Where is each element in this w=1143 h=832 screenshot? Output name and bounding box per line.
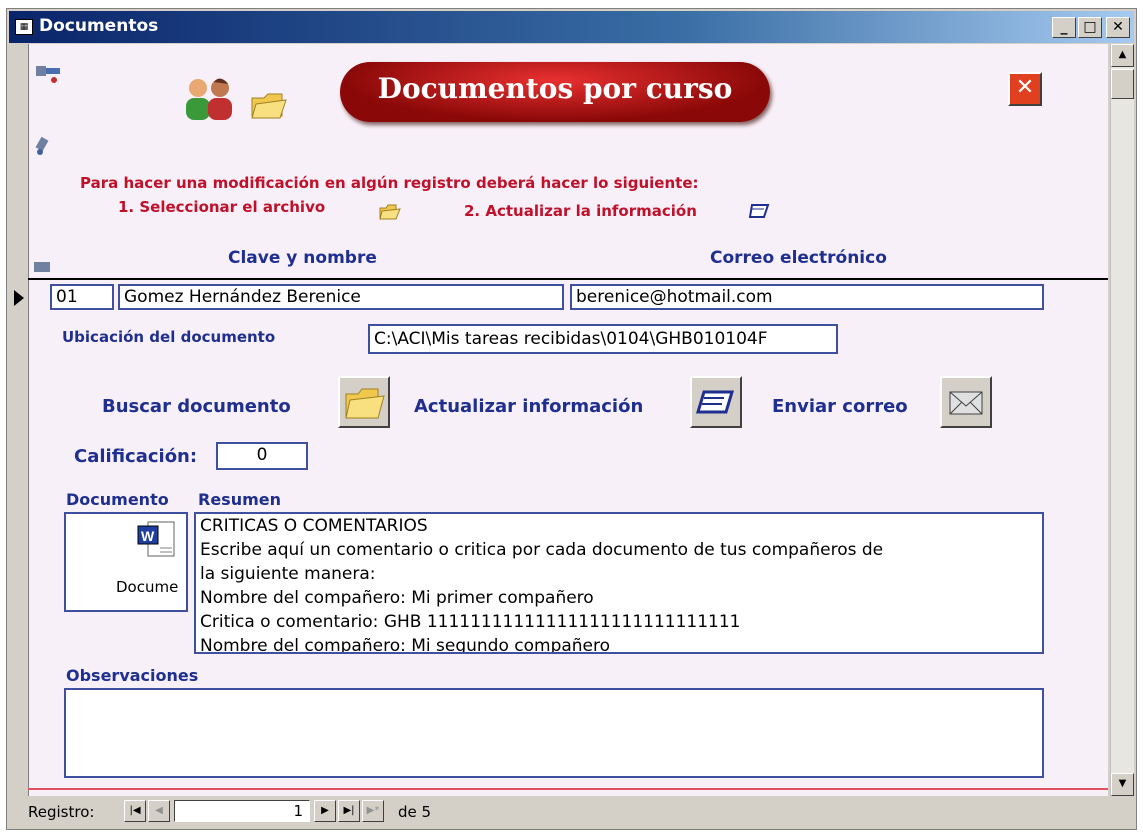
header-divider: [28, 278, 1108, 280]
buscar-label: Buscar documento: [102, 396, 291, 417]
record-number-field[interactable]: 1: [174, 800, 310, 822]
ubicacion-field[interactable]: C:\ACI\Mis tareas recibidas\0104\GHB0101…: [368, 324, 838, 354]
previous-record-button[interactable]: ◀: [148, 800, 170, 822]
satellite-icon: [36, 66, 60, 83]
clave-field[interactable]: 01: [50, 284, 114, 310]
record-selector-strip: [8, 44, 29, 796]
instruction-line: Para hacer una modificación en algún reg…: [80, 174, 699, 192]
resumen-line: la siguiente manera:: [200, 564, 376, 584]
close-icon: ✕: [1015, 75, 1035, 100]
new-record-icon: ▶*: [366, 805, 380, 816]
observaciones-field[interactable]: [64, 688, 1044, 778]
last-record-button[interactable]: ▶|: [338, 800, 360, 822]
open-folder-icon: [251, 93, 287, 119]
window-title: Documentos: [39, 16, 159, 36]
resumen-line: Nombre del compañero: Mi segundo compañe…: [200, 636, 611, 654]
form-area: Documentos por curso ✕ Para hacer una mo…: [8, 44, 1108, 796]
word-document-icon: W: [137, 521, 175, 557]
actualizar-label: Actualizar información: [414, 396, 644, 417]
resumen-line: Critica o comentario: GHB 11111111111111…: [200, 612, 741, 632]
buscar-documento-button[interactable]: [338, 376, 390, 428]
ubicacion-label: Ubicación del documento: [62, 328, 276, 346]
resumen-label: Resumen: [198, 490, 281, 509]
scroll-thumb[interactable]: [1111, 69, 1134, 99]
enviar-label: Enviar correo: [772, 396, 908, 417]
observaciones-label: Observaciones: [66, 666, 199, 685]
column-header-correo: Correo electrónico: [710, 248, 887, 268]
satellite-dish-icon: [34, 262, 50, 272]
record-navigation-bar: Registro: |◀ ◀ 1 ▶ ▶| ▶* de 5: [8, 796, 1131, 826]
new-record-button[interactable]: ▶*: [362, 800, 384, 822]
users-icon: [186, 78, 232, 120]
calificacion-label: Calificación:: [74, 446, 198, 467]
scroll-down-button[interactable]: ▼: [1111, 773, 1134, 796]
window-close-button[interactable]: ✕: [1106, 17, 1130, 38]
record-pointer-icon: [14, 290, 24, 306]
previous-record-icon: ◀: [155, 805, 163, 816]
next-record-icon: ▶: [321, 805, 329, 816]
instruction-step-1: 1. Seleccionar el archivo: [118, 198, 326, 216]
scroll-up-button[interactable]: ▲: [1111, 44, 1134, 67]
title-bar[interactable]: ▦ Documentos _ □ ✕: [9, 11, 1134, 43]
record-divider: [28, 788, 1108, 790]
instruction-step-2: 2. Actualizar la información: [464, 202, 697, 220]
first-record-icon: |◀: [129, 805, 141, 816]
resumen-field[interactable]: CRITICAS O COMENTARIOS Escribe aquí un c…: [194, 512, 1044, 654]
actualizar-informacion-button[interactable]: [690, 376, 742, 428]
mail-icon: [949, 391, 983, 415]
correo-field[interactable]: berenice@hotmail.com: [570, 284, 1044, 310]
form-close-button[interactable]: ✕: [1008, 72, 1042, 106]
documento-label: Documento: [66, 490, 169, 509]
folder-open-icon: [345, 388, 385, 419]
update-info-icon: [748, 204, 770, 218]
column-header-clave: Clave y nombre: [228, 248, 377, 268]
minimize-button[interactable]: _: [1052, 17, 1076, 38]
resumen-line: Nombre del compañero: Mi primer compañer…: [200, 588, 594, 608]
banner-title: Documentos por curso: [377, 72, 733, 105]
svg-text:W: W: [141, 528, 155, 544]
arrow-up-icon: ▲: [1118, 49, 1127, 60]
last-record-icon: ▶|: [343, 805, 355, 816]
form-icon: ▦: [15, 19, 33, 35]
vertical-scrollbar[interactable]: ▲ ▼: [1110, 44, 1134, 796]
resumen-line: Escribe aquí un comentario o critica por…: [200, 540, 884, 560]
documento-frame[interactable]: W Docume: [64, 512, 188, 612]
select-file-icon: [379, 204, 401, 220]
nombre-field[interactable]: Gomez Hernández Berenice: [118, 284, 564, 310]
documento-caption: Docume: [116, 578, 179, 596]
arrow-down-icon: ▼: [1118, 778, 1127, 789]
enviar-correo-button[interactable]: [940, 376, 992, 428]
maximize-button[interactable]: □: [1078, 17, 1102, 38]
registro-label: Registro:: [28, 803, 95, 821]
resumen-line: CRITICAS O COMENTARIOS: [200, 516, 428, 536]
record-count-label: de 5: [398, 803, 432, 821]
satellite-small-icon: [35, 136, 49, 155]
first-record-button[interactable]: |◀: [124, 800, 146, 822]
calificacion-field[interactable]: 0: [216, 442, 308, 470]
record-update-icon: [695, 390, 735, 414]
next-record-button[interactable]: ▶: [314, 800, 336, 822]
